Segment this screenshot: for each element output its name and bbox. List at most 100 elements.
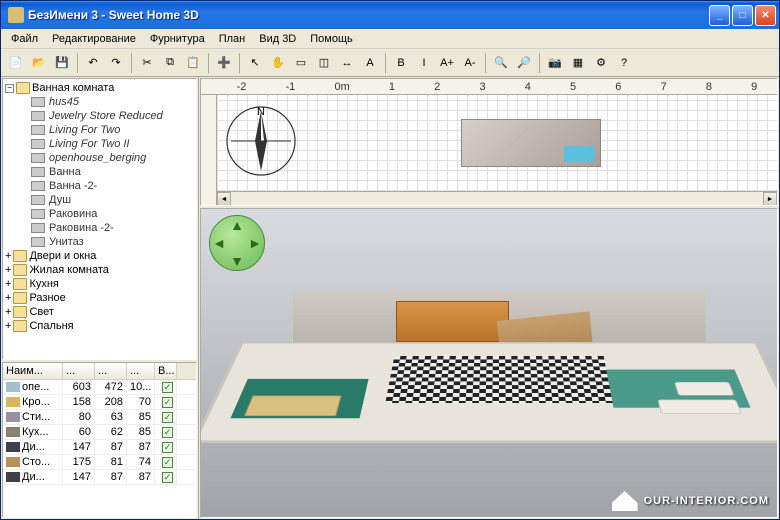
table-row[interactable]: Ди...1478787✓ [3,470,196,485]
undo-button[interactable]: ↶ [82,52,104,74]
table-row[interactable]: Сти...806385✓ [3,410,196,425]
cell-vis[interactable]: ✓ [155,440,177,454]
thumb-icon [31,97,45,107]
cell-w: 158 [63,395,95,409]
text-dec-button[interactable]: A- [459,52,481,74]
plan-hscrollbar[interactable]: ◄ ► [217,191,777,205]
pan-button[interactable]: ✋ [267,52,289,74]
nav-left-icon[interactable]: ◄ [212,235,226,251]
catalog-item[interactable]: Ванна [5,165,194,179]
cell-vis[interactable]: ✓ [155,380,177,394]
checkbox-icon[interactable]: ✓ [162,397,173,408]
text-italic-button[interactable]: I [413,52,435,74]
scroll-left-button[interactable]: ◄ [217,192,231,206]
catalog-item[interactable]: Living For Two II [5,137,194,151]
checkbox-icon[interactable]: ✓ [162,382,173,393]
camera-button[interactable]: 📷 [544,52,566,74]
text-bold-button[interactable]: B [390,52,412,74]
table-row[interactable]: Кух...606285✓ [3,425,196,440]
grid-button[interactable]: ▦ [567,52,589,74]
cut-button[interactable]: ✂ [136,52,158,74]
expand-icon[interactable]: + [5,306,11,318]
text-inc-button[interactable]: A+ [436,52,458,74]
column-header[interactable]: ... [95,363,127,379]
cell-vis[interactable]: ✓ [155,455,177,469]
zoom-out-button[interactable]: 🔎 [513,52,535,74]
plan-model-preview[interactable] [461,119,601,167]
nav-up-icon[interactable]: ▲ [230,217,244,233]
column-header[interactable]: ... [63,363,95,379]
column-header[interactable]: В... [155,363,177,379]
expand-icon[interactable]: + [5,278,11,290]
column-header[interactable]: ... [127,363,155,379]
menu-item[interactable]: Фурнитура [144,31,211,47]
catalog-item[interactable]: Living For Two [5,123,194,137]
cell-vis[interactable]: ✓ [155,425,177,439]
copy-button[interactable]: ⧉ [159,52,181,74]
expand-icon[interactable]: + [5,320,11,332]
paste-button[interactable]: 📋 [182,52,204,74]
expand-icon[interactable]: + [5,264,11,276]
catalog-category[interactable]: +Разное [5,291,194,305]
furniture-table[interactable]: Наим............В... опе...60347210...✓К… [2,362,197,518]
help-button[interactable]: ? [613,52,635,74]
room-button[interactable]: ◫ [313,52,335,74]
menu-item[interactable]: Вид 3D [253,31,302,47]
menu-item[interactable]: Редактирование [46,31,142,47]
checkbox-icon[interactable]: ✓ [162,427,173,438]
minimize-button[interactable]: _ [709,5,730,26]
column-header[interactable]: Наим... [3,363,63,379]
catalog-item[interactable]: Jewelry Store Reduced [5,109,194,123]
catalog-item[interactable]: hus45 [5,95,194,109]
catalog-category[interactable]: +Двери и окна [5,249,194,263]
catalog-tree[interactable]: − Ванная комната hus45Jewelry Store Redu… [2,78,197,360]
prefs-button[interactable]: ⚙ [590,52,612,74]
dimension-button[interactable]: ↔ [336,52,358,74]
table-row[interactable]: Ди...1478787✓ [3,440,196,455]
open-button[interactable]: 📂 [28,52,50,74]
wall-button[interactable]: ▭ [290,52,312,74]
table-row[interactable]: опе...60347210...✓ [3,380,196,395]
menu-item[interactable]: План [213,31,252,47]
plan-2d-view[interactable]: -2-10m123456789 N ◄ ► [200,78,778,206]
cell-vis[interactable]: ✓ [155,395,177,409]
catalog-category[interactable]: +Кухня [5,277,194,291]
cell-vis[interactable]: ✓ [155,410,177,424]
scroll-right-button[interactable]: ► [763,192,777,206]
catalog-item[interactable]: Раковина -2- [5,221,194,235]
checkbox-icon[interactable]: ✓ [162,472,173,483]
compass-icon[interactable]: N [225,105,297,177]
view-3d[interactable]: ▲ ◄► ▼ OUR-INTERIOR.COM [200,208,778,518]
table-row[interactable]: Сто...1758174✓ [3,455,196,470]
add-furniture-button[interactable]: ➕ [213,52,235,74]
close-button[interactable]: ✕ [755,5,776,26]
collapse-icon[interactable]: − [5,84,14,93]
catalog-item[interactable]: Раковина [5,207,194,221]
tree-root-item[interactable]: − Ванная комната [5,81,194,95]
text-button[interactable]: A [359,52,381,74]
pointer-button[interactable]: ↖ [244,52,266,74]
catalog-item[interactable]: openhouse_berging [5,151,194,165]
catalog-category[interactable]: +Жилая комната [5,263,194,277]
expand-icon[interactable]: + [5,292,11,304]
catalog-item[interactable]: Ванна -2- [5,179,194,193]
zoom-in-button[interactable]: 🔍 [490,52,512,74]
catalog-category[interactable]: +Свет [5,305,194,319]
checkbox-icon[interactable]: ✓ [162,412,173,423]
catalog-category[interactable]: +Спальня [5,319,194,333]
ruler-horizontal: -2-10m123456789 [201,79,777,95]
new-button[interactable]: 📄 [5,52,27,74]
save-button[interactable]: 💾 [51,52,73,74]
scroll-track[interactable] [231,192,763,205]
expand-icon[interactable]: + [5,250,11,262]
maximize-button[interactable]: □ [732,5,753,26]
checkbox-icon[interactable]: ✓ [162,442,173,453]
table-row[interactable]: Кро...15820870✓ [3,395,196,410]
catalog-item[interactable]: Душ [5,193,194,207]
menu-item[interactable]: Файл [5,31,44,47]
checkbox-icon[interactable]: ✓ [162,457,173,468]
redo-button[interactable]: ↷ [105,52,127,74]
menu-item[interactable]: Помощь [304,31,359,47]
cell-vis[interactable]: ✓ [155,470,177,484]
catalog-item[interactable]: Унитаз [5,235,194,249]
